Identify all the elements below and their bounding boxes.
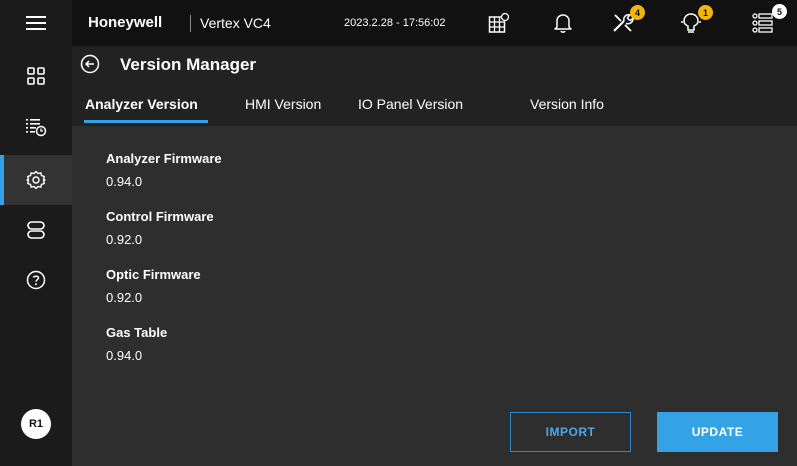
dashboard-icon <box>27 67 45 85</box>
gas-table-label: Gas Table <box>106 325 168 340</box>
analyzer-firmware-label: Analyzer Firmware <box>106 151 222 166</box>
brand-logo: Honeywell <box>88 14 163 31</box>
product-name: Vertex VC4 <box>200 15 271 31</box>
bell-icon <box>554 14 572 33</box>
sidebar-item-dashboard[interactable] <box>0 53 72 99</box>
import-button[interactable]: IMPORT <box>510 412 631 452</box>
sidebar-item-storage[interactable] <box>0 207 72 253</box>
sidebar-item-event-log[interactable] <box>0 104 72 150</box>
task-list-button[interactable]: 5 <box>748 4 787 38</box>
page-title: Version Manager <box>120 55 257 74</box>
user-avatar[interactable]: R1 <box>21 409 51 439</box>
event-log-icon <box>26 119 47 137</box>
control-firmware-value: 0.92.0 <box>106 232 143 247</box>
maintenance-button[interactable]: 1 <box>676 5 713 38</box>
page-header: Version Manager Analyzer Version HMI Ver… <box>72 46 797 126</box>
gas-table-value: 0.94.0 <box>106 348 143 363</box>
optic-firmware-value: 0.92.0 <box>106 290 143 305</box>
tab-analyzer-version[interactable]: Analyzer Version <box>85 96 198 112</box>
tab-hmi-version[interactable]: HMI Version <box>245 96 321 112</box>
calendar-settings-icon <box>488 12 510 33</box>
sidebar-item-help[interactable] <box>0 257 72 303</box>
settings-icon <box>26 170 46 190</box>
list-badge: 5 <box>772 4 787 19</box>
control-firmware-label: Control Firmware <box>106 209 214 224</box>
help-icon <box>26 270 46 290</box>
tab-io-panel-version[interactable]: IO Panel Version <box>358 96 463 112</box>
list-icon <box>752 13 773 33</box>
analyzer-firmware-value: 0.94.0 <box>106 174 143 189</box>
optic-firmware-label: Optic Firmware <box>106 267 201 282</box>
sidebar-item-settings[interactable] <box>0 155 72 205</box>
menu-icon <box>26 16 46 30</box>
brand-divider <box>190 15 191 32</box>
tools-badge: 4 <box>630 5 645 20</box>
active-tab-indicator <box>84 120 208 123</box>
back-button[interactable] <box>80 54 100 74</box>
top-bar: Honeywell Vertex VC4 2023.2.28 - 17:56:0… <box>72 0 797 46</box>
notifications-button[interactable] <box>548 8 578 38</box>
back-arrow-icon <box>80 54 100 74</box>
update-button[interactable]: UPDATE <box>657 412 778 452</box>
tools-button[interactable]: 4 <box>608 5 645 38</box>
maintenance-badge: 1 <box>698 5 713 20</box>
sidebar: R1 <box>0 0 72 466</box>
version-content: Analyzer Firmware 0.94.0 Control Firmwar… <box>72 126 797 466</box>
tab-version-info[interactable]: Version Info <box>530 96 604 112</box>
calendar-settings-button[interactable] <box>484 8 514 38</box>
storage-icon <box>27 221 45 239</box>
menu-button[interactable] <box>0 0 72 46</box>
datetime: 2023.2.28 - 17:56:02 <box>344 17 446 29</box>
